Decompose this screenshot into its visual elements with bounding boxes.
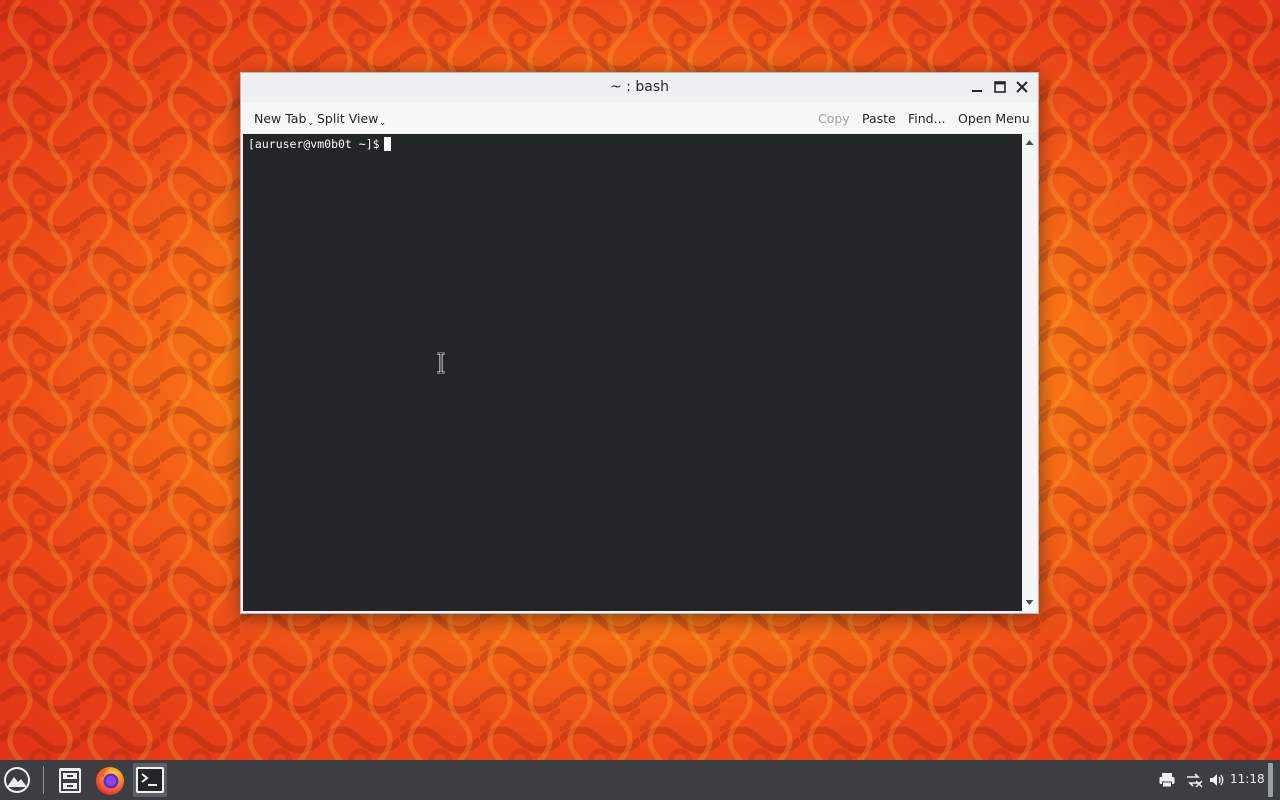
shell-prompt: [auruser@vm0b0t ~]$ [248, 137, 380, 151]
copy-button[interactable]: Copy [818, 111, 850, 126]
close-icon [1016, 81, 1028, 93]
clock[interactable]: 11:18 [1230, 772, 1265, 786]
split-view-button[interactable]: Split View⌄ [317, 111, 386, 127]
minimize-button[interactable] [968, 78, 986, 96]
taskbar: 11:18 [0, 760, 1280, 800]
terminal-window[interactable]: ~ : bash New Tab⌄ Split View⌄ Copy Paste… [240, 72, 1039, 614]
taskbar-separator [43, 766, 44, 794]
find-button[interactable]: Find... [908, 111, 946, 126]
new-tab-label: New Tab [254, 111, 307, 126]
maximize-icon [994, 81, 1006, 93]
launcher-icon [4, 767, 30, 793]
terminal-taskbar-button[interactable] [133, 763, 167, 797]
maximize-button[interactable] [991, 78, 1009, 96]
paste-button[interactable]: Paste [862, 111, 896, 126]
volume-icon[interactable] [1208, 771, 1226, 789]
ibeam-mouse-cursor-icon [437, 352, 445, 374]
application-launcher-button[interactable] [1, 764, 35, 798]
vertical-scrollbar[interactable] [1022, 134, 1037, 611]
window-titlebar[interactable]: ~ : bash [241, 73, 1038, 102]
firefox-button[interactable] [93, 763, 127, 797]
new-tab-button[interactable]: New Tab⌄ [254, 111, 314, 127]
close-button[interactable] [1013, 78, 1031, 96]
terminal-output[interactable]: [auruser@vm0b0t ~]$ [243, 134, 1022, 611]
printer-icon[interactable] [1158, 771, 1176, 789]
open-menu-button[interactable]: Open Menu [958, 111, 1030, 126]
scroll-down-arrow-icon[interactable] [1025, 598, 1034, 607]
text-cursor [383, 137, 391, 151]
toolbar: New Tab⌄ Split View⌄ Copy Paste Find... … [241, 102, 1038, 133]
minimize-icon [972, 90, 982, 92]
desktop-background: ~ : bash New Tab⌄ Split View⌄ Copy Paste… [0, 0, 1280, 760]
terminal-prompt-line: [auruser@vm0b0t ~]$ [248, 137, 391, 152]
chevron-down-icon: ⌄ [307, 118, 315, 127]
split-view-label: Split View [317, 111, 379, 126]
firefox-icon [96, 767, 124, 795]
scroll-up-arrow-icon[interactable] [1025, 138, 1034, 147]
window-title: ~ : bash [610, 79, 669, 95]
chevron-down-icon: ⌄ [379, 118, 387, 127]
folder-icon [59, 768, 81, 793]
show-desktop-button[interactable] [1268, 763, 1273, 797]
file-manager-button[interactable] [53, 763, 87, 797]
network-disconnected-icon[interactable] [1185, 771, 1203, 789]
terminal-icon [136, 767, 164, 793]
